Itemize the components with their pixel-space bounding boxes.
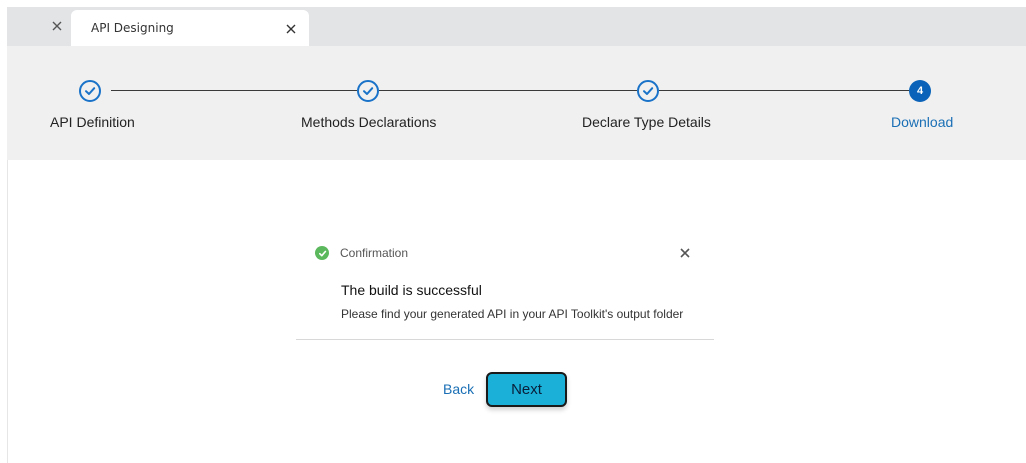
step-label-api-definition: API Definition xyxy=(50,114,135,130)
step-label-download: Download xyxy=(891,114,954,130)
tab-bar: API Designing xyxy=(7,7,1026,46)
content-border xyxy=(7,160,8,463)
step-connector xyxy=(111,90,357,91)
confirmation-heading: The build is successful xyxy=(341,282,482,298)
step-label-declare-type-details: Declare Type Details xyxy=(582,114,711,130)
tab-label: API Designing xyxy=(91,21,174,35)
success-check-icon xyxy=(315,246,329,260)
confirmation-message: Please find your generated API in your A… xyxy=(341,307,684,321)
divider xyxy=(296,339,714,340)
step-4-number: 4 xyxy=(909,80,931,102)
step-1-check-icon xyxy=(79,80,101,102)
back-link[interactable]: Back xyxy=(443,381,474,397)
step-3-check-icon xyxy=(637,80,659,102)
step-connector xyxy=(379,90,637,91)
confirmation-title: Confirmation xyxy=(340,246,409,260)
step-label-methods-declarations: Methods Declarations xyxy=(301,114,437,130)
tab-close-icon[interactable] xyxy=(281,19,301,39)
close-icon[interactable] xyxy=(47,16,67,36)
confirmation-close-icon[interactable] xyxy=(677,245,693,261)
step-2-check-icon xyxy=(357,80,379,102)
tab-api-designing[interactable]: API Designing xyxy=(71,10,309,46)
step-connector xyxy=(659,90,909,91)
next-button[interactable]: Next xyxy=(486,372,567,407)
progress-stepper: 4 API Definition Methods Declarations De… xyxy=(7,46,1026,160)
